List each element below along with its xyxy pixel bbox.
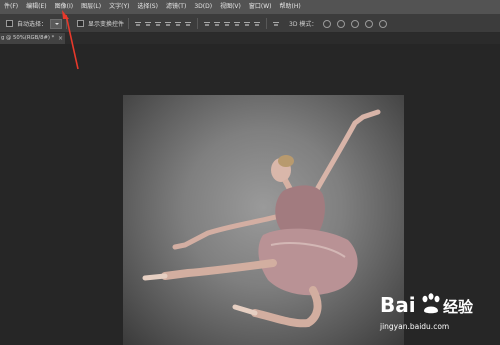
watermark-logo-text: Bai: [380, 293, 416, 317]
distribute-hcenter-icon[interactable]: [244, 21, 251, 27]
distribute-vcenter-icon[interactable]: [214, 21, 221, 27]
menu-select[interactable]: 选择(S): [133, 0, 162, 14]
drag-3d-icon[interactable]: [351, 19, 360, 28]
document-tab[interactable]: g @ 50%(RGB/8#) * ×: [0, 33, 65, 44]
menu-bar: 件(F) 编辑(E) 图像(I) 图层(L) 文字(Y) 选择(S) 滤镜(T)…: [0, 0, 500, 15]
menu-window[interactable]: 窗口(W): [245, 0, 276, 14]
align-left-icon[interactable]: [165, 21, 172, 27]
baidu-watermark: Bai 经验 jingyan.baidu.com: [380, 291, 500, 345]
show-transform-label: 显示变换控件: [88, 21, 125, 28]
watermark-experience-text: 经验: [443, 298, 474, 316]
mode-3d-label: 3D 模式：: [289, 21, 318, 28]
distribute-top-icon[interactable]: [204, 21, 211, 27]
menu-image[interactable]: 图像(I): [51, 0, 77, 14]
watermark-url: jingyan.baidu.com: [380, 322, 450, 331]
menu-layer[interactable]: 图层(L): [77, 0, 105, 14]
menu-type[interactable]: 文字(Y): [105, 0, 133, 14]
distribute-bottom-icon[interactable]: [224, 21, 231, 27]
document-tab-bar: g @ 50%(RGB/8#) * ×: [0, 33, 500, 44]
separator: [266, 18, 268, 29]
menu-view[interactable]: 视图(V): [216, 0, 245, 14]
auto-align-icon[interactable]: [273, 21, 280, 27]
close-tab-icon[interactable]: ×: [58, 33, 63, 44]
document-tab-title: g @ 50%(RGB/8#) *: [1, 35, 55, 41]
ballerina-photo: [123, 95, 404, 345]
separator: [128, 18, 130, 29]
distribute-right-icon[interactable]: [254, 21, 261, 27]
separator: [197, 18, 199, 29]
show-transform-checkbox[interactable]: [77, 20, 85, 27]
align-right-icon[interactable]: [185, 21, 192, 27]
slide-3d-icon[interactable]: [365, 19, 374, 28]
menu-filter[interactable]: 滤镜(T): [162, 0, 190, 14]
rotate-3d-icon[interactable]: [323, 19, 332, 28]
scale-3d-icon[interactable]: [379, 19, 388, 28]
options-bar: 自动选择： 显示变换控件 3D 模式：: [0, 15, 500, 33]
auto-select-label: 自动选择：: [17, 21, 48, 28]
align-bottom-icon[interactable]: [155, 21, 162, 27]
separator: [66, 18, 68, 29]
roll-3d-icon[interactable]: [337, 19, 346, 28]
align-hcenter-icon[interactable]: [175, 21, 182, 27]
auto-select-dropdown[interactable]: [50, 18, 63, 29]
menu-3d[interactable]: 3D(D): [190, 0, 216, 14]
menu-edit[interactable]: 编辑(E): [22, 0, 50, 14]
auto-select-checkbox[interactable]: [6, 20, 13, 27]
menu-file[interactable]: 件(F): [0, 0, 22, 14]
align-vcenter-icon[interactable]: [145, 21, 152, 27]
menu-help[interactable]: 帮助(H): [276, 0, 305, 14]
paw-icon: [422, 293, 440, 314]
align-top-icon[interactable]: [135, 21, 142, 27]
dancer-illustration: [142, 109, 381, 328]
distribute-left-icon[interactable]: [234, 21, 241, 27]
